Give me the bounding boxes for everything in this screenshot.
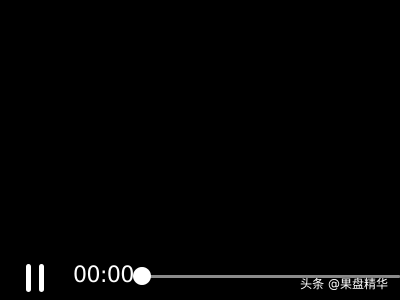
progress-thumb[interactable] xyxy=(133,267,151,285)
current-time: 00:00 xyxy=(73,263,134,288)
watermark: 头条 @果盘精华 xyxy=(300,277,388,291)
video-player: 00:00 头条 @果盘精华 xyxy=(0,0,400,300)
pause-icon-bar xyxy=(39,264,44,292)
pause-button[interactable] xyxy=(20,261,50,295)
pause-icon xyxy=(26,264,31,292)
